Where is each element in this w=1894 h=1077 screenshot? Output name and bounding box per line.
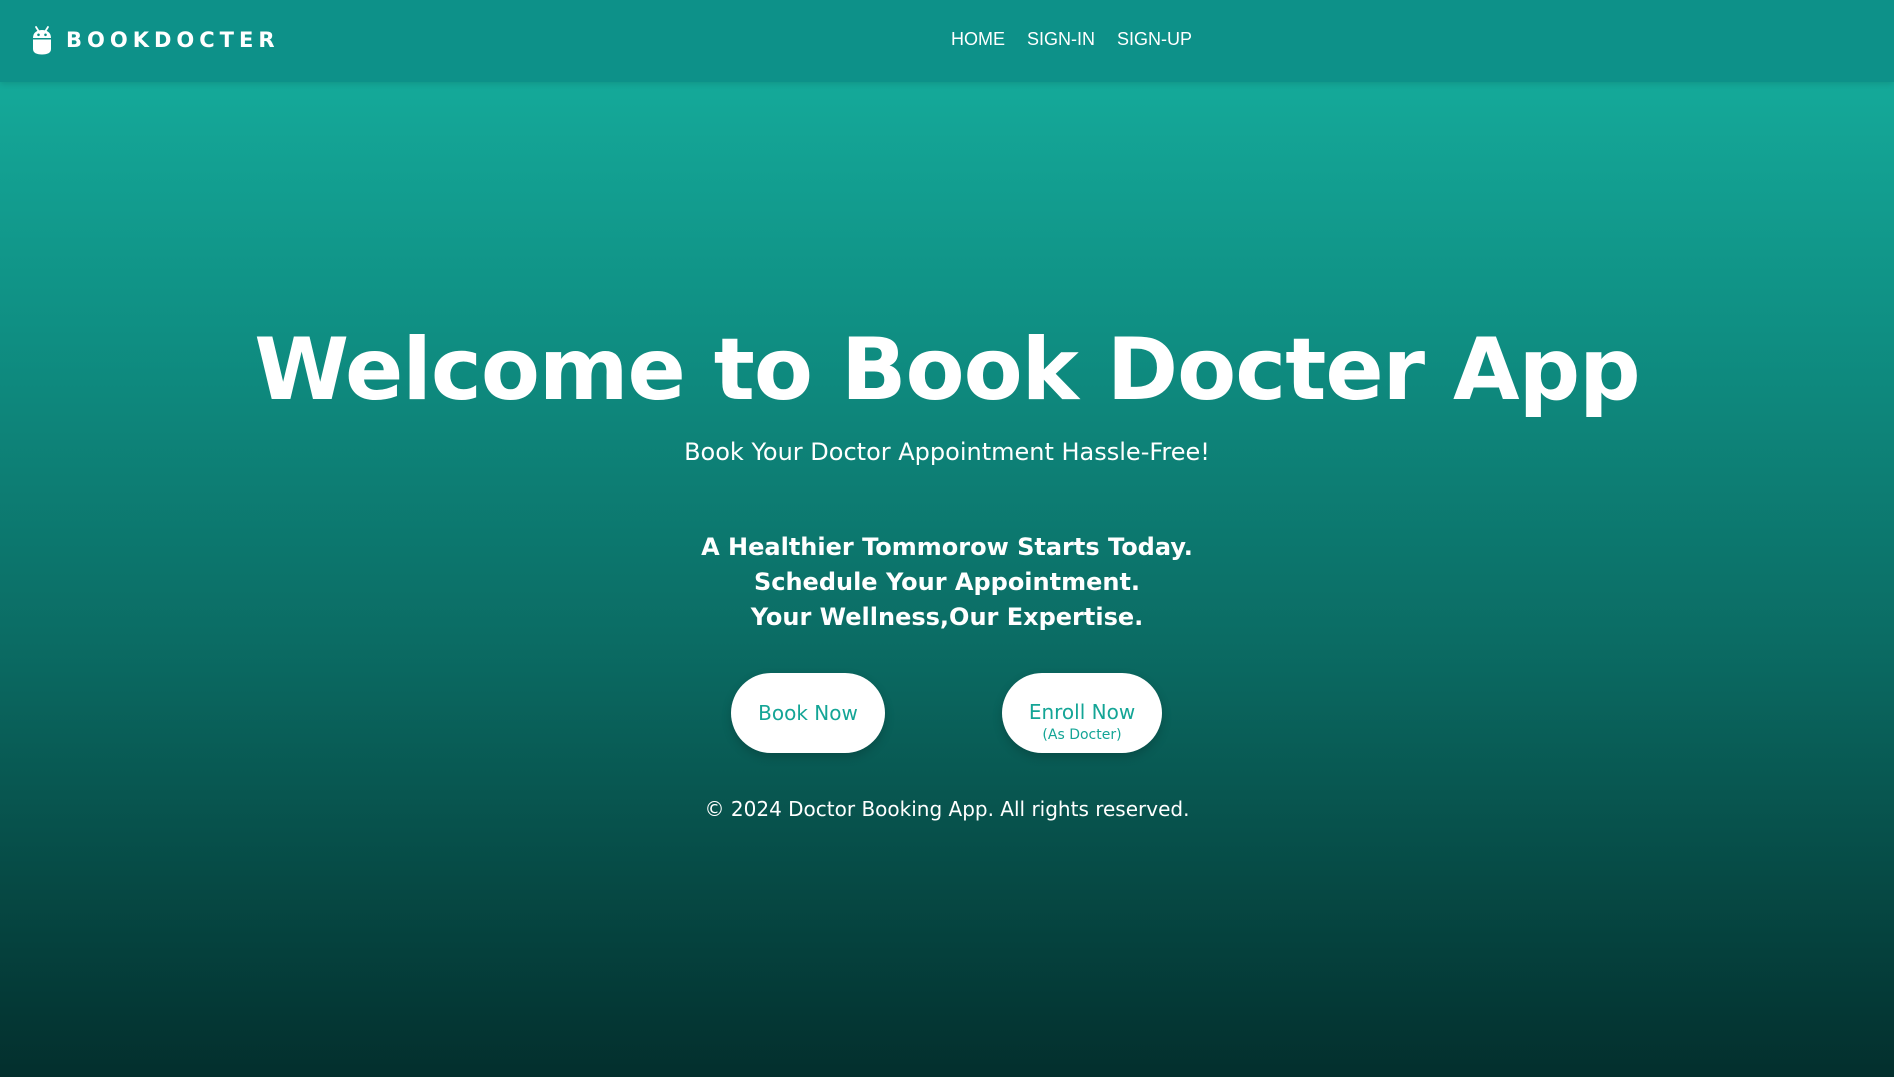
footer-copyright: © 2024 Doctor Booking App. All rights re… — [704, 797, 1190, 821]
nav-link-home[interactable]: HOME — [951, 27, 1005, 51]
navbar: BOOKDOCTER HOME SIGN-IN SIGN-UP — [0, 0, 1894, 82]
tagline-healthier: A Healthier Tommorow Starts Today. — [701, 533, 1193, 561]
enroll-now-label: Enroll Now — [1028, 700, 1136, 724]
hero-subtitle: Book Your Doctor Appointment Hassle-Free… — [684, 438, 1210, 466]
nav-link-sign-in[interactable]: SIGN-IN — [1027, 27, 1095, 51]
nav-links: HOME SIGN-IN SIGN-UP — [951, 27, 1192, 51]
android-robot-icon — [33, 26, 51, 55]
brand-logo[interactable]: BOOKDOCTER — [30, 24, 280, 56]
tagline-schedule: Schedule Your Appointment. — [753, 568, 1141, 596]
enroll-now-button[interactable]: Enroll Now (As Docter) — [1002, 673, 1162, 753]
brand-name: BOOKDOCTER — [66, 28, 280, 52]
hero-title: Welcome to Book Docter App — [254, 320, 1640, 420]
nav-link-sign-up[interactable]: SIGN-UP — [1117, 27, 1192, 51]
taglines: A Healthier Tommorow Starts Today. Sched… — [0, 530, 1894, 635]
tagline-wellness: Your Wellness,Our Expertise. — [750, 603, 1144, 631]
book-now-button[interactable]: Book Now — [731, 673, 885, 753]
enroll-now-sublabel: (As Docter) — [1042, 727, 1122, 743]
